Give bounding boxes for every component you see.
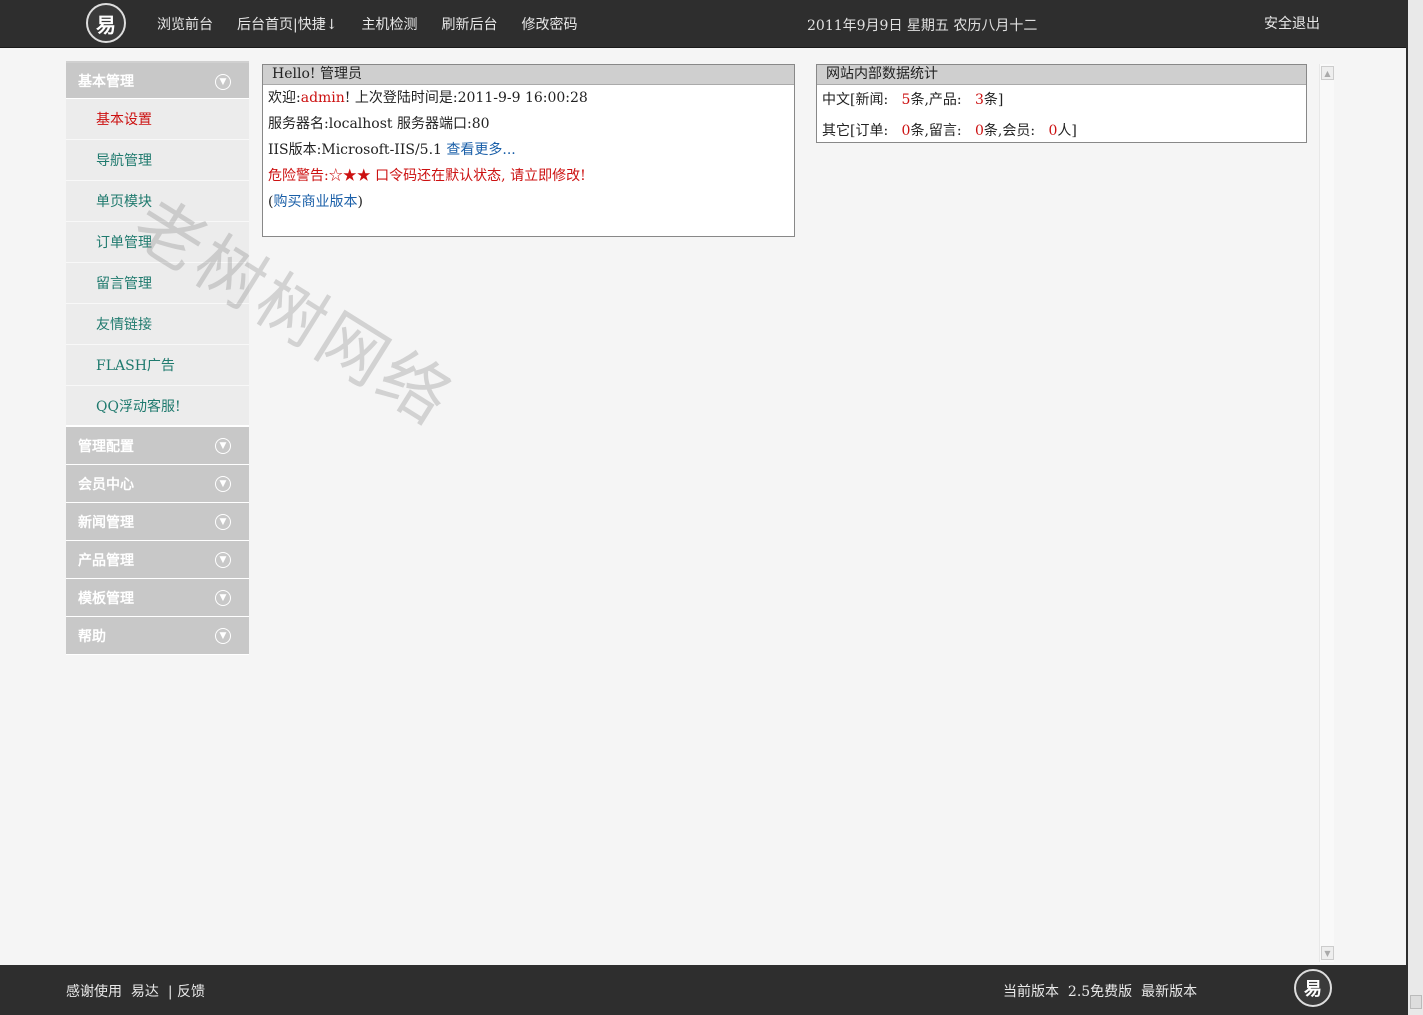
version-value: 2.5免费版 <box>1067 984 1133 1000</box>
stats-label: 人] <box>1057 123 1077 139</box>
product-count: 3 <box>975 92 984 108</box>
paren-close: ) <box>357 194 363 210</box>
sidebar-group-members[interactable]: 会员中心 ▼ <box>66 465 249 503</box>
stats-panel-title: 网站内部数据统计 <box>817 65 1306 85</box>
nav-browse-frontend[interactable]: 浏览前台 <box>157 14 213 34</box>
top-nav: 浏览前台 后台首页|快捷↓ 主机检测 刷新后台 修改密码 <box>157 0 601 48</box>
sidebar-item-single-page[interactable]: 单页模块 <box>66 181 249 222</box>
welcome-row: 欢迎:admin! 上次登陆时间是:2011-9-9 16:00:28 <box>263 85 794 111</box>
last-login-label: ! 上次登陆时间是: <box>344 90 458 106</box>
footer-version: 当前版本 2.5免费版 最新版本 <box>1003 981 1197 1001</box>
stats-row-other: 其它[订单: 0条,留言: 0条,会员: 0人] <box>817 115 1306 147</box>
feedback-link[interactable]: 反馈 <box>177 984 205 1000</box>
chevron-down-circle-icon[interactable]: ▼ <box>215 438 231 454</box>
message-count: 0 <box>975 123 984 139</box>
stats-label: 中文[新闻: <box>822 92 889 108</box>
nav-host-check[interactable]: 主机检测 <box>361 14 417 34</box>
nav-refresh-admin[interactable]: 刷新后台 <box>441 14 497 34</box>
welcome-label: 欢迎: <box>268 90 301 106</box>
sidebar-group-basic[interactable]: 基本管理 ▼ <box>66 61 249 99</box>
chevron-down-circle-icon[interactable]: ▼ <box>215 628 231 644</box>
footer-left: 感谢使用 易达 | 反馈 <box>66 981 205 1001</box>
version-label: 当前版本 <box>1003 984 1059 1000</box>
footer-separator: | <box>167 984 173 1000</box>
buy-commercial-link[interactable]: 购买商业版本 <box>273 194 357 210</box>
stats-label: 条] <box>983 92 1004 108</box>
sidebar-item-nav-management[interactable]: 导航管理 <box>66 140 249 181</box>
stats-label: 条,产品: <box>910 92 962 108</box>
sidebar-group-title: 产品管理 <box>78 552 134 569</box>
sidebar-item-basic-settings[interactable]: 基本设置 <box>66 99 249 140</box>
current-date: 2011年9月9日 星期五 农历八月十二 <box>807 18 1038 34</box>
eda-logo-icon: 易 <box>1294 969 1332 1007</box>
sidebar-item-orders[interactable]: 订单管理 <box>66 222 249 263</box>
top-bar: 易 浏览前台 后台首页|快捷↓ 主机检测 刷新后台 修改密码 2011年9月9日… <box>0 0 1406 48</box>
sidebar-item-qq-service[interactable]: QQ浮动客服! <box>66 386 249 427</box>
stats-label: 其它[订单: <box>822 123 889 139</box>
hello-panel-title: Hello! 管理员 <box>263 65 794 85</box>
see-more-link[interactable]: 查看更多... <box>446 142 515 158</box>
sidebar-group-title: 模板管理 <box>78 590 134 607</box>
scroll-down-icon[interactable]: ▼ <box>1321 946 1334 960</box>
nav-change-password[interactable]: 修改密码 <box>521 14 577 34</box>
content-scrollbar[interactable]: ▲ ▼ <box>1319 64 1334 962</box>
sidebar-item-flash-ads[interactable]: FLASH广告 <box>66 345 249 386</box>
sidebar-group-templates[interactable]: 模板管理 ▼ <box>66 579 249 617</box>
eda-logo-icon[interactable]: 易 <box>86 3 126 43</box>
chevron-down-circle-icon[interactable]: ▼ <box>215 590 231 606</box>
latest-version-link[interactable]: 最新版本 <box>1141 984 1197 1000</box>
last-login-time: 2011-9-9 16:00:28 <box>457 90 588 106</box>
stats-row-chinese: 中文[新闻: 5条,产品: 3条] <box>817 85 1306 115</box>
sidebar-group-products[interactable]: 产品管理 ▼ <box>66 541 249 579</box>
security-warning: 危险警告:☆★★ 口令码还在默认状态, 请立即修改! <box>268 168 586 184</box>
chevron-down-circle-icon[interactable]: ▼ <box>215 514 231 530</box>
sidebar-group-title: 管理配置 <box>78 438 134 455</box>
thanks-text: 感谢使用 <box>66 984 122 1000</box>
chevron-down-circle-icon[interactable]: ▼ <box>215 74 231 90</box>
sidebar-group-basic-items: 基本设置 导航管理 单页模块 订单管理 留言管理 友情链接 FLASH广告 QQ… <box>66 99 249 427</box>
window-scrollbar[interactable] <box>1406 0 1423 1015</box>
iis-info-row: IIS版本:Microsoft-IIS/5.1 查看更多... <box>263 137 794 163</box>
stats-label: 条,留言: <box>910 123 962 139</box>
buy-commercial-row: (购买商业版本) <box>263 189 794 215</box>
sidebar-group-help[interactable]: 帮助 ▼ <box>66 617 249 655</box>
chevron-down-circle-icon[interactable]: ▼ <box>215 552 231 568</box>
window-scroll-down-icon[interactable] <box>1410 995 1422 1009</box>
nav-admin-home-shortcut[interactable]: 后台首页|快捷↓ <box>237 14 337 34</box>
sidebar-group-title: 新闻管理 <box>78 514 134 531</box>
sidebar-group-title: 帮助 <box>78 628 106 645</box>
sidebar-group-news[interactable]: 新闻管理 ▼ <box>66 503 249 541</box>
username: admin <box>300 90 345 106</box>
sidebar-item-messages[interactable]: 留言管理 <box>66 263 249 304</box>
iis-version: IIS版本:Microsoft-IIS/5.1 <box>268 142 442 158</box>
sidebar-group-title: 基本管理 <box>78 73 134 90</box>
stats-label: 条,会员: <box>983 123 1036 139</box>
server-info-row: 服务器名:localhost 服务器端口:80 <box>268 116 490 132</box>
sidebar: 基本管理 ▼ 基本设置 导航管理 单页模块 订单管理 留言管理 友情链接 FLA… <box>66 61 249 655</box>
sidebar-group-title: 会员中心 <box>78 476 134 493</box>
sidebar-group-config[interactable]: 管理配置 ▼ <box>66 427 249 465</box>
logout-link[interactable]: 安全退出 <box>1264 13 1320 33</box>
stats-panel: 网站内部数据统计 中文[新闻: 5条,产品: 3条] 其它[订单: 0 条,留言:… <box>816 64 1307 143</box>
chevron-down-circle-icon[interactable]: ▼ <box>215 476 231 492</box>
sidebar-item-friend-links[interactable]: 友情链接 <box>66 304 249 345</box>
footer: 感谢使用 易达 | 反馈 当前版本 2.5免费版 最新版本 易 <box>0 965 1406 1015</box>
scroll-up-icon[interactable]: ▲ <box>1321 66 1334 80</box>
hello-panel: Hello! 管理员 欢迎:admin! 上次登陆时间是:2011-9-9 16… <box>262 64 795 237</box>
brand-link[interactable]: 易达 <box>131 984 159 1000</box>
